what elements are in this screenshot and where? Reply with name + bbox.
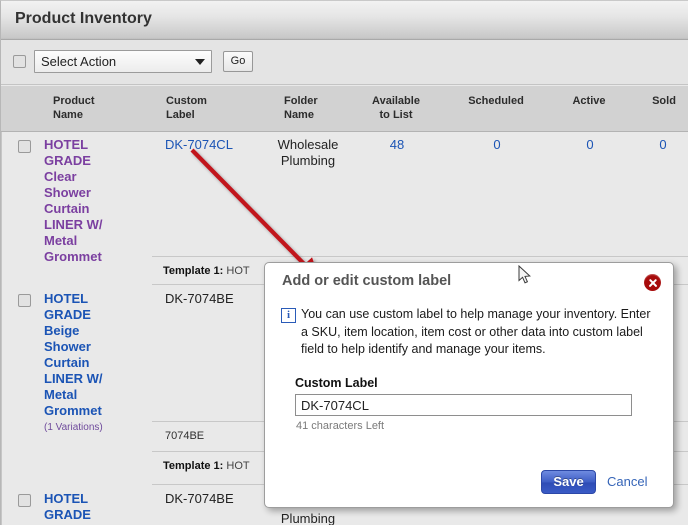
template-prefix: Template 1: [163,460,224,472]
dialog-info-text: You can use custom label to help manage … [301,307,651,356]
variations-count: (1 Variations) [44,422,103,433]
column-header-available-to-list: Available to List [365,94,427,122]
template-row-2: Template 1: HOT [163,460,250,472]
product-name-link[interactable]: HOTEL GRADE Beige [44,491,106,525]
row-checkbox[interactable] [18,294,31,307]
mouse-cursor [518,265,531,284]
cancel-button[interactable]: Cancel [607,474,647,489]
select-action-dropdown[interactable]: Select Action [34,50,212,73]
select-all-checkbox[interactable] [13,55,26,68]
available-to-list-cell[interactable]: 48 [366,137,428,153]
scheduled-cell[interactable]: 0 [465,137,529,153]
row-checkbox[interactable] [18,494,31,507]
folder-name-cell: Plumbing [280,511,336,525]
template-value: HOT [226,265,250,277]
row-divider [152,256,688,257]
characters-left-text: 41 characters Left [296,420,385,432]
variation-sub-label: 7074BE [165,430,205,442]
folder-name-cell: Wholesale Plumbing [277,137,339,168]
row-checkbox[interactable] [18,140,31,153]
custom-label-field-label: Custom Label [295,376,378,390]
column-header-sold: Sold [647,94,681,108]
close-icon[interactable] [644,274,661,291]
col-folder-name-l1: Folder [284,95,318,107]
col-sold-l1: Sold [652,95,676,107]
template-value: HOT [226,460,250,472]
column-header-product-name: Product Name [53,94,95,122]
sold-cell[interactable]: 0 [646,137,680,153]
page-title: Product Inventory [15,10,152,27]
info-icon: i [281,308,296,323]
go-button[interactable]: Go [223,51,253,72]
product-name-text: HOTEL GRADE Beige Shower Curtain LINER W… [44,291,103,418]
table-header: Product Name Custom Label Folder Name Av… [1,86,688,132]
chevron-down-icon [195,59,205,65]
column-header-folder-name: Folder Name [284,94,318,122]
column-header-active: Active [565,94,613,108]
save-button[interactable]: Save [541,470,596,494]
template-prefix: Template 1: [163,265,224,277]
custom-label-link[interactable]: DK-7074CL [165,137,233,153]
active-cell[interactable]: 0 [566,137,614,153]
dialog-title: Add or edit custom label [282,273,452,289]
column-header-scheduled: Scheduled [464,94,528,108]
template-row-1: Template 1: HOT [163,265,250,277]
col-folder-name-l2: Name [284,109,314,121]
col-product-name-l2: Name [53,109,83,121]
product-name-link[interactable]: HOTEL GRADE Beige Shower Curtain LINER W… [44,291,106,436]
select-action-value: Select Action [41,54,117,69]
screen: Product Inventory Select Action Go Produ… [0,0,688,525]
col-product-name-l1: Product [53,95,95,107]
toolbar: Select Action Go [1,40,688,85]
col-available-l2: to List [379,109,413,121]
custom-label-input[interactable] [295,394,632,416]
product-name-link[interactable]: HOTEL GRADE Clear Shower Curtain LINER W… [44,137,106,265]
custom-label-dialog: Add or edit custom label i You can use c… [264,262,674,508]
col-available-l1: Available [372,95,420,107]
col-custom-label-l2: Label [166,109,195,121]
custom-label-cell[interactable]: DK-7074BE [165,291,234,307]
col-scheduled-l1: Scheduled [468,95,524,107]
col-active-l1: Active [572,95,606,107]
column-header-custom-label: Custom Label [166,94,207,122]
panel-titlebar: Product Inventory [1,1,688,40]
custom-label-cell[interactable]: DK-7074BE [165,491,234,507]
col-custom-label-l1: Custom [166,95,207,107]
